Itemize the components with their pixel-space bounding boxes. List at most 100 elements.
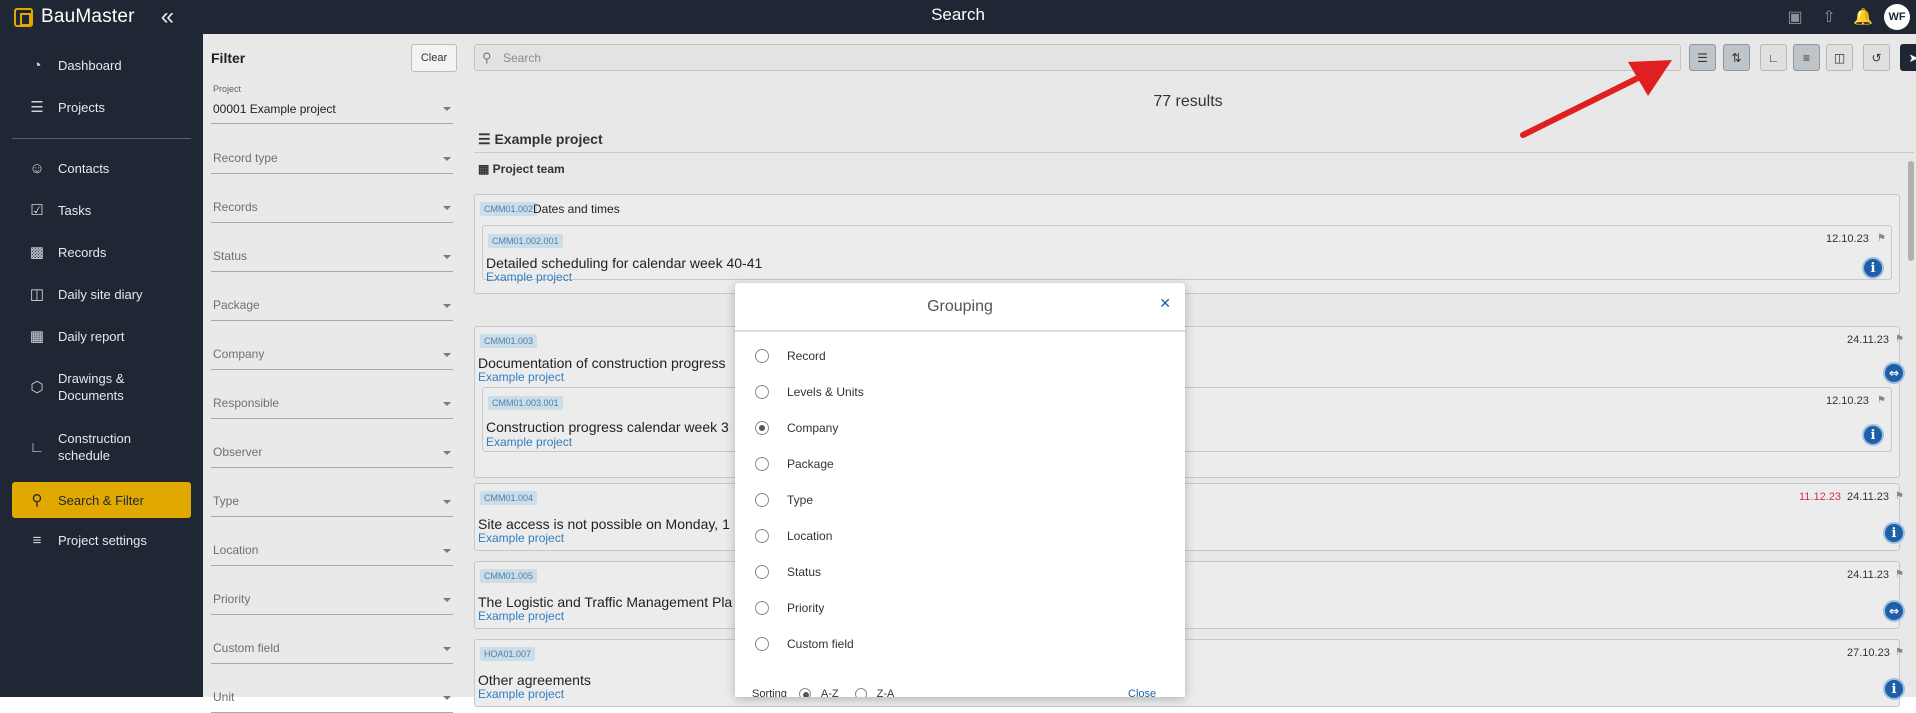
filter-location[interactable]: Location — [211, 526, 453, 566]
brand-name: BauMaster — [41, 6, 135, 27]
flag-icon[interactable]: ⚑ — [1895, 647, 1904, 658]
radio[interactable] — [755, 637, 769, 651]
filter-priority[interactable]: Priority — [211, 575, 453, 615]
flag-icon[interactable]: ⚑ — [1877, 233, 1886, 244]
top-bar: BauMaster « Search ▣ ⇧ 🔔 WF — [0, 0, 1916, 34]
sidebar-item-drawings-documents[interactable]: ⬡ Drawings & Documents — [12, 367, 191, 407]
chevron-down-icon — [443, 206, 451, 210]
filter-unit[interactable]: Unit — [211, 673, 453, 713]
info-icon[interactable]: i — [1862, 424, 1884, 446]
record-project-link[interactable]: Example project — [486, 435, 572, 449]
flag-icon[interactable]: ⚑ — [1895, 334, 1904, 345]
sidebar-item-records[interactable]: ▩ Records — [12, 237, 191, 267]
grouping-button[interactable]: ☰ — [1689, 44, 1716, 71]
record-project-link[interactable]: Example project — [478, 609, 564, 623]
record-card[interactable]: CMM01.003.001 Construction progress cale… — [482, 387, 1892, 452]
option-levels-units[interactable]: Levels & Units — [755, 382, 864, 402]
option-record[interactable]: Record — [755, 346, 826, 366]
close-button[interactable]: Close — [1128, 688, 1156, 697]
project-select[interactable]: Project 00001 Example project — [211, 84, 453, 124]
radio[interactable] — [755, 601, 769, 615]
record-project-link[interactable]: Example project — [486, 270, 572, 284]
info-icon[interactable]: i — [1862, 257, 1884, 279]
option-label: Location — [787, 529, 833, 543]
option-priority[interactable]: Priority — [755, 598, 824, 618]
sort-za-radio[interactable] — [854, 688, 867, 697]
sidebar-item-project-settings[interactable]: ≡ Project settings — [12, 525, 191, 555]
record-project-link[interactable]: Example project — [478, 370, 564, 384]
expand-icon[interactable]: ⇔ — [1883, 600, 1905, 622]
option-label: Levels & Units — [787, 385, 864, 399]
report-button[interactable]: ◫ — [1826, 44, 1853, 71]
record-card[interactable]: CMM01.002 Dates and times CMM01.002.001 … — [474, 194, 1900, 294]
info-icon[interactable]: i — [1883, 522, 1905, 544]
radio[interactable] — [755, 457, 769, 471]
section-header[interactable]: ☰ Example project — [478, 131, 603, 148]
brand[interactable]: BauMaster « — [14, 5, 174, 29]
filter-record-type[interactable]: Record type — [211, 134, 453, 174]
flag-icon[interactable]: ⚑ — [1877, 395, 1886, 406]
option-status[interactable]: Status — [755, 562, 821, 582]
scrollbar[interactable] — [1908, 161, 1914, 261]
flag-icon[interactable]: ⚑ — [1895, 569, 1904, 580]
record-card[interactable]: CMM01.003 Documentation of construction … — [474, 326, 1905, 478]
filter-type[interactable]: Type — [211, 477, 453, 517]
chevron-down-icon — [443, 157, 451, 161]
record-project-link[interactable]: Example project — [478, 531, 564, 545]
sidebar-item-construction-schedule[interactable]: ∟ Construction schedule — [12, 427, 191, 467]
sidebar-item-daily-report[interactable]: ▦ Daily report — [12, 321, 191, 351]
record-date: 27.10.23 — [1847, 647, 1890, 659]
chart-view-button[interactable]: ∟ — [1760, 44, 1787, 71]
filter-company[interactable]: Company — [211, 330, 453, 370]
filter-label: Unit — [213, 690, 235, 704]
sort-az-radio[interactable] — [798, 688, 811, 697]
radio[interactable] — [755, 493, 769, 507]
camera-icon[interactable]: ▣ — [1778, 0, 1812, 34]
radio[interactable] — [755, 349, 769, 363]
filter-records[interactable]: Records — [211, 183, 453, 223]
radio[interactable] — [755, 565, 769, 579]
filter-custom-field[interactable]: Custom field — [211, 624, 453, 664]
option-company[interactable]: Company — [755, 418, 838, 438]
record-project-link[interactable]: Example project — [478, 687, 564, 701]
sidebar-item-search-filter[interactable]: ⚲ Search & Filter — [12, 482, 191, 518]
export-icon[interactable]: ⇧ — [1812, 0, 1846, 34]
record-card[interactable]: CMM01.004 Site access is not possible on… — [474, 483, 1905, 551]
filter-observer[interactable]: Observer — [211, 428, 453, 468]
filter-responsible[interactable]: Responsible — [211, 379, 453, 419]
sidebar-item-contacts[interactable]: ☺ Contacts — [12, 153, 191, 183]
flag-icon[interactable]: ⚑ — [1895, 491, 1904, 502]
sidebar-item-projects[interactable]: ☰ Projects — [12, 92, 191, 122]
list-view-button[interactable]: ≡ — [1793, 44, 1820, 71]
search-icon: ⚲ — [482, 50, 492, 65]
radio[interactable] — [755, 529, 769, 543]
expand-icon[interactable]: ⇔ — [1883, 362, 1905, 384]
filter-package[interactable]: Package — [211, 281, 453, 321]
sidebar-item-dashboard[interactable]: ◔ Dashboard — [12, 50, 191, 80]
option-package[interactable]: Package — [755, 454, 834, 474]
close-icon[interactable]: ✕ — [1159, 295, 1171, 312]
sort-az-label: A-Z — [820, 688, 839, 697]
radio-checked[interactable] — [755, 421, 769, 435]
reset-button[interactable]: ↺ — [1863, 44, 1890, 71]
record-card[interactable]: CMM01.005 The Logistic and Traffic Manag… — [474, 561, 1905, 629]
document-icon: ◫ — [1833, 50, 1846, 65]
record-title: The Logistic and Traffic Management Pla — [478, 594, 733, 610]
bell-icon[interactable]: 🔔 — [1846, 0, 1880, 34]
record-card[interactable]: CMM01.002.001 Detailed scheduling for ca… — [482, 225, 1892, 284]
search-box[interactable]: ⚲ — [474, 44, 1681, 71]
sidebar-item-tasks[interactable]: ☑ Tasks — [12, 195, 191, 225]
radio[interactable] — [755, 385, 769, 399]
option-location[interactable]: Location — [755, 526, 832, 546]
clear-button[interactable]: Clear — [411, 44, 457, 72]
search-input[interactable] — [501, 48, 1671, 68]
filter-status[interactable]: Status — [211, 232, 453, 272]
send-button[interactable]: ➤ — [1900, 44, 1916, 71]
option-type[interactable]: Type — [755, 490, 813, 510]
sort-button[interactable]: ⇅ — [1723, 44, 1750, 71]
double-chevron-left-icon[interactable]: « — [161, 5, 174, 29]
option-custom-field[interactable]: Custom field — [755, 634, 854, 654]
subsection-header[interactable]: ▦ Project team — [478, 162, 565, 176]
avatar[interactable]: WF — [1884, 4, 1910, 30]
sidebar-item-daily-site-diary[interactable]: ◫ Daily site diary — [12, 279, 191, 309]
